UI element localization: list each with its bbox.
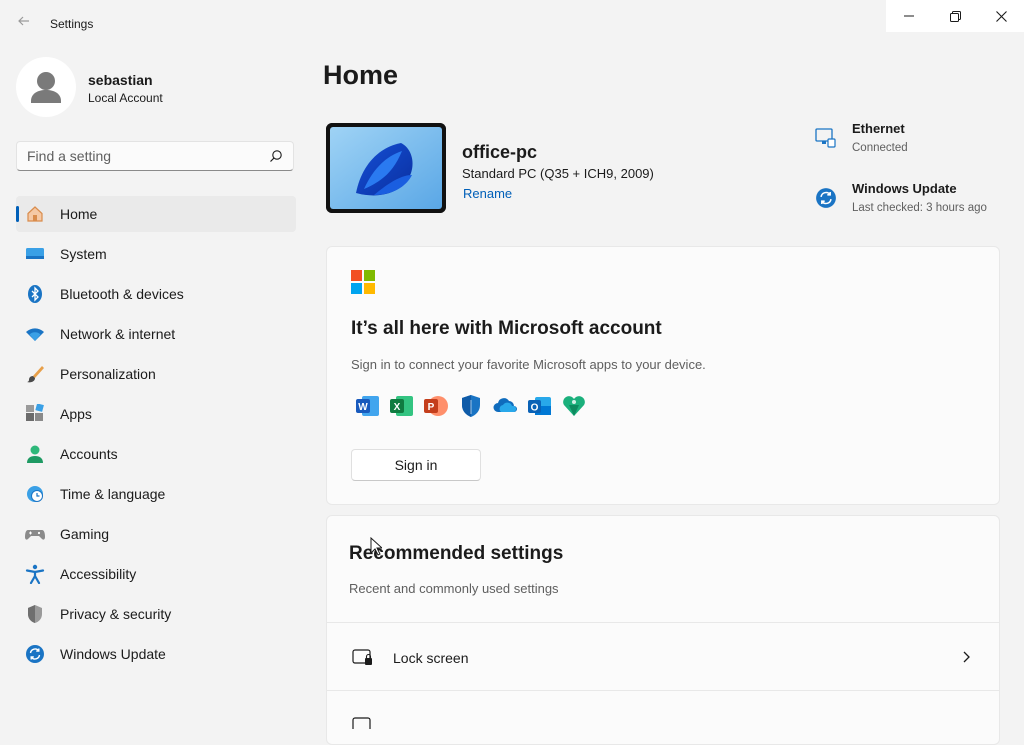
outlook-icon: O: [527, 393, 553, 419]
family-icon: [561, 393, 587, 419]
lock-screen-row[interactable]: Lock screen: [327, 622, 999, 691]
ethernet-subtitle: Connected: [852, 142, 908, 154]
apps-icon: [25, 403, 45, 424]
powerpoint-icon: P: [423, 393, 449, 419]
user-name: sebastian: [88, 72, 153, 88]
onedrive-icon: [492, 393, 518, 419]
svg-text:W: W: [358, 402, 368, 413]
shield-icon: [25, 604, 45, 624]
lock-screen-icon: [352, 649, 374, 672]
update-icon: [816, 188, 836, 208]
svg-text:P: P: [428, 402, 435, 413]
arrow-left-icon: [18, 16, 29, 26]
chevron-right-icon: [961, 650, 971, 669]
sidebar-item-label: Apps: [60, 406, 92, 422]
close-icon: [995, 10, 1007, 22]
sidebar-item-system[interactable]: System: [16, 236, 296, 272]
sidebar-item-home[interactable]: Home: [16, 196, 296, 232]
sidebar-item-network[interactable]: Network & internet: [16, 316, 296, 352]
sidebar-item-label: Gaming: [60, 526, 110, 542]
sidebar-item-label: Bluetooth & devices: [60, 286, 184, 302]
close-button[interactable]: [978, 0, 1024, 32]
device-description: Standard PC (Q35 + ICH9, 2009): [462, 166, 654, 181]
sidebar-item-label: Accessibility: [60, 566, 137, 582]
sidebar-item-gaming[interactable]: Gaming: [16, 516, 296, 552]
update-icon: [25, 644, 45, 664]
ethernet-icon: [815, 128, 836, 148]
accessibility-icon: [25, 564, 45, 585]
restore-button[interactable]: [932, 0, 978, 32]
screen-icon: [352, 716, 374, 734]
sidebar-item-label: Time & language: [60, 486, 166, 502]
account-type: Local Account: [88, 91, 163, 105]
home-icon: [25, 204, 45, 224]
sidebar-item-time-language[interactable]: Time & language: [16, 476, 296, 512]
lock-screen-label: Lock screen: [393, 650, 469, 666]
sidebar-item-label: Privacy & security: [60, 606, 172, 622]
mouse-cursor: [370, 536, 384, 562]
windows-bloom-wallpaper: [326, 123, 446, 213]
windows-update-subtitle: Last checked: 3 hours ago: [852, 202, 987, 214]
defender-icon: [458, 393, 484, 419]
wifi-icon: [25, 324, 45, 344]
sidebar-item-accessibility[interactable]: Accessibility: [16, 556, 296, 592]
sidebar-item-apps[interactable]: Apps: [16, 396, 296, 432]
excel-icon: X: [389, 393, 415, 419]
sign-in-button[interactable]: Sign in: [351, 449, 481, 481]
back-button[interactable]: [14, 14, 34, 34]
sidebar-item-label: Accounts: [60, 446, 118, 462]
search-icon[interactable]: [269, 149, 283, 168]
device-name: office-pc: [462, 142, 538, 162]
word-icon: W: [355, 393, 381, 419]
restore-icon: [949, 10, 961, 22]
person-icon: [31, 72, 61, 103]
minimize-button[interactable]: [886, 0, 932, 32]
sidebar-item-label: Personalization: [60, 366, 156, 382]
svg-text:X: X: [394, 402, 401, 413]
windows-update-title: Windows Update: [852, 181, 957, 196]
ms-account-title: It’s all here with Microsoft account: [351, 318, 662, 339]
device-thumbnail: [326, 123, 446, 213]
clock-globe-icon: [25, 484, 45, 504]
sidebar-item-privacy[interactable]: Privacy & security: [16, 596, 296, 632]
gamepad-icon: [25, 524, 45, 544]
ms-account-subtitle: Sign in to connect your favorite Microso…: [351, 357, 706, 372]
microsoft-logo-icon: [351, 270, 375, 294]
search-box[interactable]: [16, 141, 294, 171]
search-input[interactable]: [17, 142, 277, 170]
sidebar-item-bluetooth[interactable]: Bluetooth & devices: [16, 276, 296, 312]
sidebar-item-label: Network & internet: [60, 326, 176, 342]
accounts-icon: [25, 444, 45, 464]
brush-icon: [25, 364, 45, 384]
rename-link[interactable]: Rename: [463, 186, 512, 201]
page-title: Home: [323, 60, 399, 90]
sidebar-item-label: Home: [60, 206, 98, 222]
bluetooth-icon: [25, 284, 45, 304]
sidebar-item-label: System: [60, 246, 107, 262]
sidebar-item-accounts[interactable]: Accounts: [16, 436, 296, 472]
sidebar-item-label: Windows Update: [60, 646, 166, 662]
recommended-subtitle: Recent and commonly used settings: [349, 581, 559, 596]
svg-text:O: O: [531, 403, 539, 414]
recommended-row-2[interactable]: [327, 690, 999, 734]
sidebar-item-windows-update[interactable]: Windows Update: [16, 636, 296, 672]
avatar[interactable]: [16, 57, 76, 117]
system-icon: [25, 244, 45, 264]
sidebar-item-personalization[interactable]: Personalization: [16, 356, 296, 392]
app-title: Settings: [50, 17, 94, 31]
ethernet-title: Ethernet: [852, 121, 905, 136]
minimize-icon: [904, 15, 914, 17]
